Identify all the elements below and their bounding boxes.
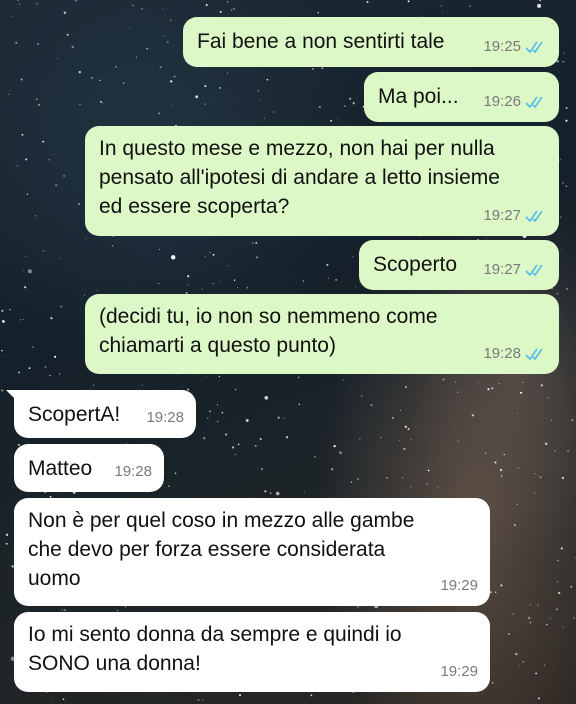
message-meta: 19:28 bbox=[146, 403, 184, 432]
double-check-icon bbox=[525, 348, 543, 360]
message-time: 19:26 bbox=[483, 93, 521, 110]
message-bubble-incoming[interactable]: ScopertA! 19:28 bbox=[6, 390, 196, 438]
double-check-icon bbox=[525, 264, 543, 276]
message-text: Matteo bbox=[28, 457, 93, 480]
message-meta: 19:27 bbox=[483, 201, 547, 230]
message-text: Ma poi... bbox=[378, 85, 459, 108]
message-time: 19:28 bbox=[146, 409, 184, 426]
message-meta: 19:28 bbox=[114, 457, 152, 486]
message-meta: 19:29 bbox=[440, 571, 478, 600]
message-bubble-outgoing[interactable]: Ma poi... 19:26 bbox=[364, 72, 559, 122]
message-bubble-outgoing[interactable]: (decidi tu, io non so nemmeno come chiam… bbox=[85, 294, 559, 374]
message-meta: 19:25 bbox=[483, 32, 547, 61]
message-meta: 19:28 bbox=[483, 339, 547, 368]
chat-area: Fai bene a non sentirti tale 19:25 Ma po… bbox=[0, 0, 576, 704]
message-bubble-outgoing[interactable]: Scoperto 19:27 bbox=[359, 240, 559, 290]
message-time: 19:28 bbox=[114, 463, 152, 480]
message-meta: 19:27 bbox=[483, 255, 547, 284]
message-bubble-outgoing[interactable]: In questo mese e mezzo, non hai per null… bbox=[85, 126, 559, 236]
message-text: Io mi sento donna da sempre e quindi io … bbox=[28, 623, 402, 675]
message-time: 19:29 bbox=[440, 577, 478, 594]
message-text: (decidi tu, io non so nemmeno come chiam… bbox=[99, 305, 438, 357]
message-time: 19:29 bbox=[440, 663, 478, 680]
message-bubble-incoming[interactable]: Non è per quel coso in mezzo alle gambe … bbox=[14, 498, 490, 606]
message-text: ScopertA! bbox=[28, 403, 121, 426]
message-text: In questo mese e mezzo, non hai per null… bbox=[99, 137, 500, 218]
double-check-icon bbox=[525, 41, 543, 53]
message-time: 19:28 bbox=[483, 345, 521, 362]
message-time: 19:27 bbox=[483, 207, 521, 224]
bubble-tail bbox=[6, 390, 22, 406]
message-bubble-incoming[interactable]: Matteo 19:28 bbox=[14, 444, 164, 492]
message-meta: 19:29 bbox=[440, 657, 478, 686]
message-bubble-incoming[interactable]: Io mi sento donna da sempre e quindi io … bbox=[14, 612, 490, 692]
message-time: 19:27 bbox=[483, 261, 521, 278]
message-text: Non è per quel coso in mezzo alle gambe … bbox=[28, 509, 415, 590]
message-time: 19:25 bbox=[483, 38, 521, 55]
message-meta: 19:26 bbox=[483, 87, 547, 116]
message-text: Scoperto bbox=[373, 253, 458, 276]
message-text: Fai bene a non sentirti tale bbox=[197, 30, 445, 53]
double-check-icon bbox=[525, 96, 543, 108]
double-check-icon bbox=[525, 210, 543, 222]
message-bubble-outgoing[interactable]: Fai bene a non sentirti tale 19:25 bbox=[183, 17, 559, 67]
